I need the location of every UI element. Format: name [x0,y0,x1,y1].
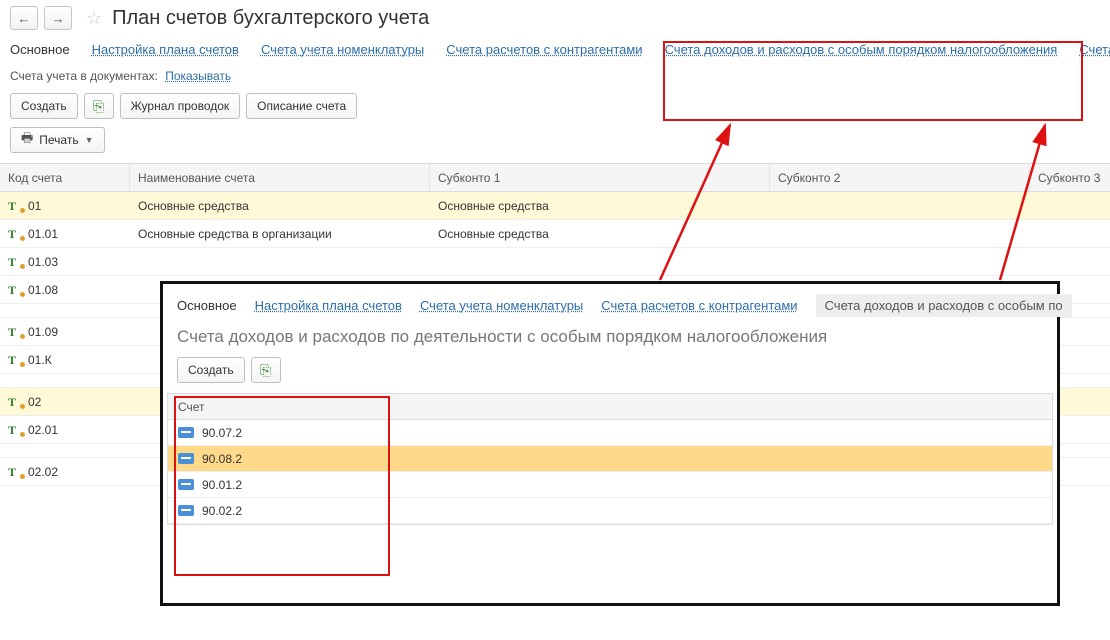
popup-row[interactable]: 90.07.2 [168,420,1052,446]
cell-code: T 01.09 [0,325,130,339]
account-icon [178,505,194,516]
th-subkonto1[interactable]: Субконто 1 [430,164,770,191]
tab-main[interactable]: Основное [10,42,70,57]
tab-plan-settings[interactable]: Настройка плана счетов [92,42,239,57]
tab-more-accounts[interactable]: Счета [1079,42,1110,57]
print-button-label: Печать [39,133,78,147]
account-type-icon: T [8,256,22,268]
print-button[interactable]: 🖶 Печать ▼ [10,127,105,153]
popup-tab-plan-settings[interactable]: Настройка плана счетов [255,298,402,313]
chevron-down-icon: ▼ [85,135,94,145]
filter-line: Счета учета в документах: Показывать [0,65,1110,93]
cell-code: T 01 [0,199,130,213]
cell-sk1: Основные средства [430,227,770,241]
popup-row[interactable]: 90.01.2 [168,472,1052,498]
code-text: 02.02 [28,465,58,479]
account-description-button[interactable]: Описание счета [246,93,357,119]
code-text: 01.09 [28,325,58,339]
cell-code: T 02.01 [0,423,130,437]
account-type-icon: T [8,354,22,366]
code-text: 01.08 [28,283,58,297]
toolbar-secondary: 🖶 Печать ▼ [0,127,1110,163]
create-button[interactable]: Создать [10,93,78,119]
popup-row-code: 90.07.2 [202,426,242,440]
cell-code: T 02 [0,395,130,409]
back-button[interactable]: ← [10,6,38,30]
th-subkonto2[interactable]: Субконто 2 [770,164,1030,191]
cell-name: Основные средства [130,199,430,213]
refresh-icon: ⎘ [260,362,271,379]
popup-toolbar: Создать ⎘ [163,357,1057,393]
popup-row-code: 90.02.2 [202,504,242,518]
account-type-icon: T [8,200,22,212]
page-title: План счетов бухгалтерского учета [112,7,429,30]
popup-tab-counterparty[interactable]: Счета расчетов с контрагентами [601,298,797,313]
popup-title: Счета доходов и расходов по деятельности… [163,323,1057,357]
forward-button[interactable]: → [44,6,72,30]
code-text: 01.03 [28,255,58,269]
popup-tab-main[interactable]: Основное [177,298,237,313]
popup-create-button[interactable]: Создать [177,357,245,383]
code-text: 02.01 [28,423,58,437]
popup-create-label: Создать [188,363,234,377]
account-icon [178,479,194,490]
account-type-icon: T [8,228,22,240]
filter-value-link[interactable]: Показывать [165,69,231,83]
account-type-icon: T [8,466,22,478]
popup-table: Счет 90.07.2 90.08.2 90.01.2 90.02.2 [167,393,1053,525]
tab-tax-special-accounts[interactable]: Счета доходов и расходов с особым порядк… [665,42,1058,57]
code-text: 01.01 [28,227,58,241]
create-button-label: Создать [21,99,67,113]
printer-icon: 🖶 [21,129,33,151]
cell-code: T 01.01 [0,227,130,241]
account-icon [178,427,194,438]
journal-button-label: Журнал проводок [131,99,230,113]
code-text: 02 [28,395,41,409]
inner-window: Основное Настройка плана счетов Счета уч… [160,281,1060,606]
refresh-button[interactable]: ⎘ [84,93,114,119]
desc-button-label: Описание счета [257,99,346,113]
cell-code: T 01.К [0,353,130,367]
cell-code: T 01.03 [0,255,130,269]
popup-row-code: 90.01.2 [202,478,242,492]
popup-tab-nomenclature[interactable]: Счета учета номенклатуры [420,298,583,313]
favorite-star-icon[interactable]: ☆ [78,8,106,29]
table-header: Код счета Наименование счета Субконто 1 … [0,164,1110,192]
cell-code: T 01.08 [0,283,130,297]
account-icon [178,453,194,464]
table-row[interactable]: T 01.03 [0,248,1110,276]
popup-table-body: 90.07.2 90.08.2 90.01.2 90.02.2 [168,420,1052,524]
popup-row[interactable]: 90.02.2 [168,498,1052,524]
popup-row[interactable]: 90.08.2 [168,446,1052,472]
toolbar: Создать ⎘ Журнал проводок Описание счета [0,93,1110,127]
popup-tab-tax-special[interactable]: Счета доходов и расходов с особым по [816,294,1072,317]
refresh-icon: ⎘ [93,98,104,115]
popup-refresh-button[interactable]: ⎘ [251,357,281,383]
code-text: 01.К [28,353,52,367]
table-row[interactable]: T 01 Основные средстваОсновные средства [0,192,1110,220]
filter-label: Счета учета в документах: [10,69,158,83]
popup-tabs: Основное Настройка плана счетов Счета уч… [163,284,1057,323]
cell-code: T 02.02 [0,465,130,479]
account-type-icon: T [8,326,22,338]
account-type-icon: T [8,424,22,436]
table-row[interactable]: T 01.01 Основные средства в организацииОсн… [0,220,1110,248]
cell-name: Основные средства в организации [130,227,430,241]
th-subkonto3[interactable]: Субконто 3 [1030,164,1110,191]
journal-button[interactable]: Журнал проводок [120,93,241,119]
th-name[interactable]: Наименование счета [130,164,430,191]
cell-sk1: Основные средства [430,199,770,213]
main-tabs: Основное Настройка плана счетов Счета уч… [0,34,1110,65]
account-type-icon: T [8,284,22,296]
code-text: 01 [28,199,41,213]
account-type-icon: T [8,396,22,408]
popup-th-account[interactable]: Счет [168,394,1052,420]
tab-counterparty-accounts[interactable]: Счета расчетов с контрагентами [446,42,642,57]
popup-row-code: 90.08.2 [202,452,242,466]
tab-nomenclature-accounts[interactable]: Счета учета номенклатуры [261,42,424,57]
th-code[interactable]: Код счета [0,164,130,191]
